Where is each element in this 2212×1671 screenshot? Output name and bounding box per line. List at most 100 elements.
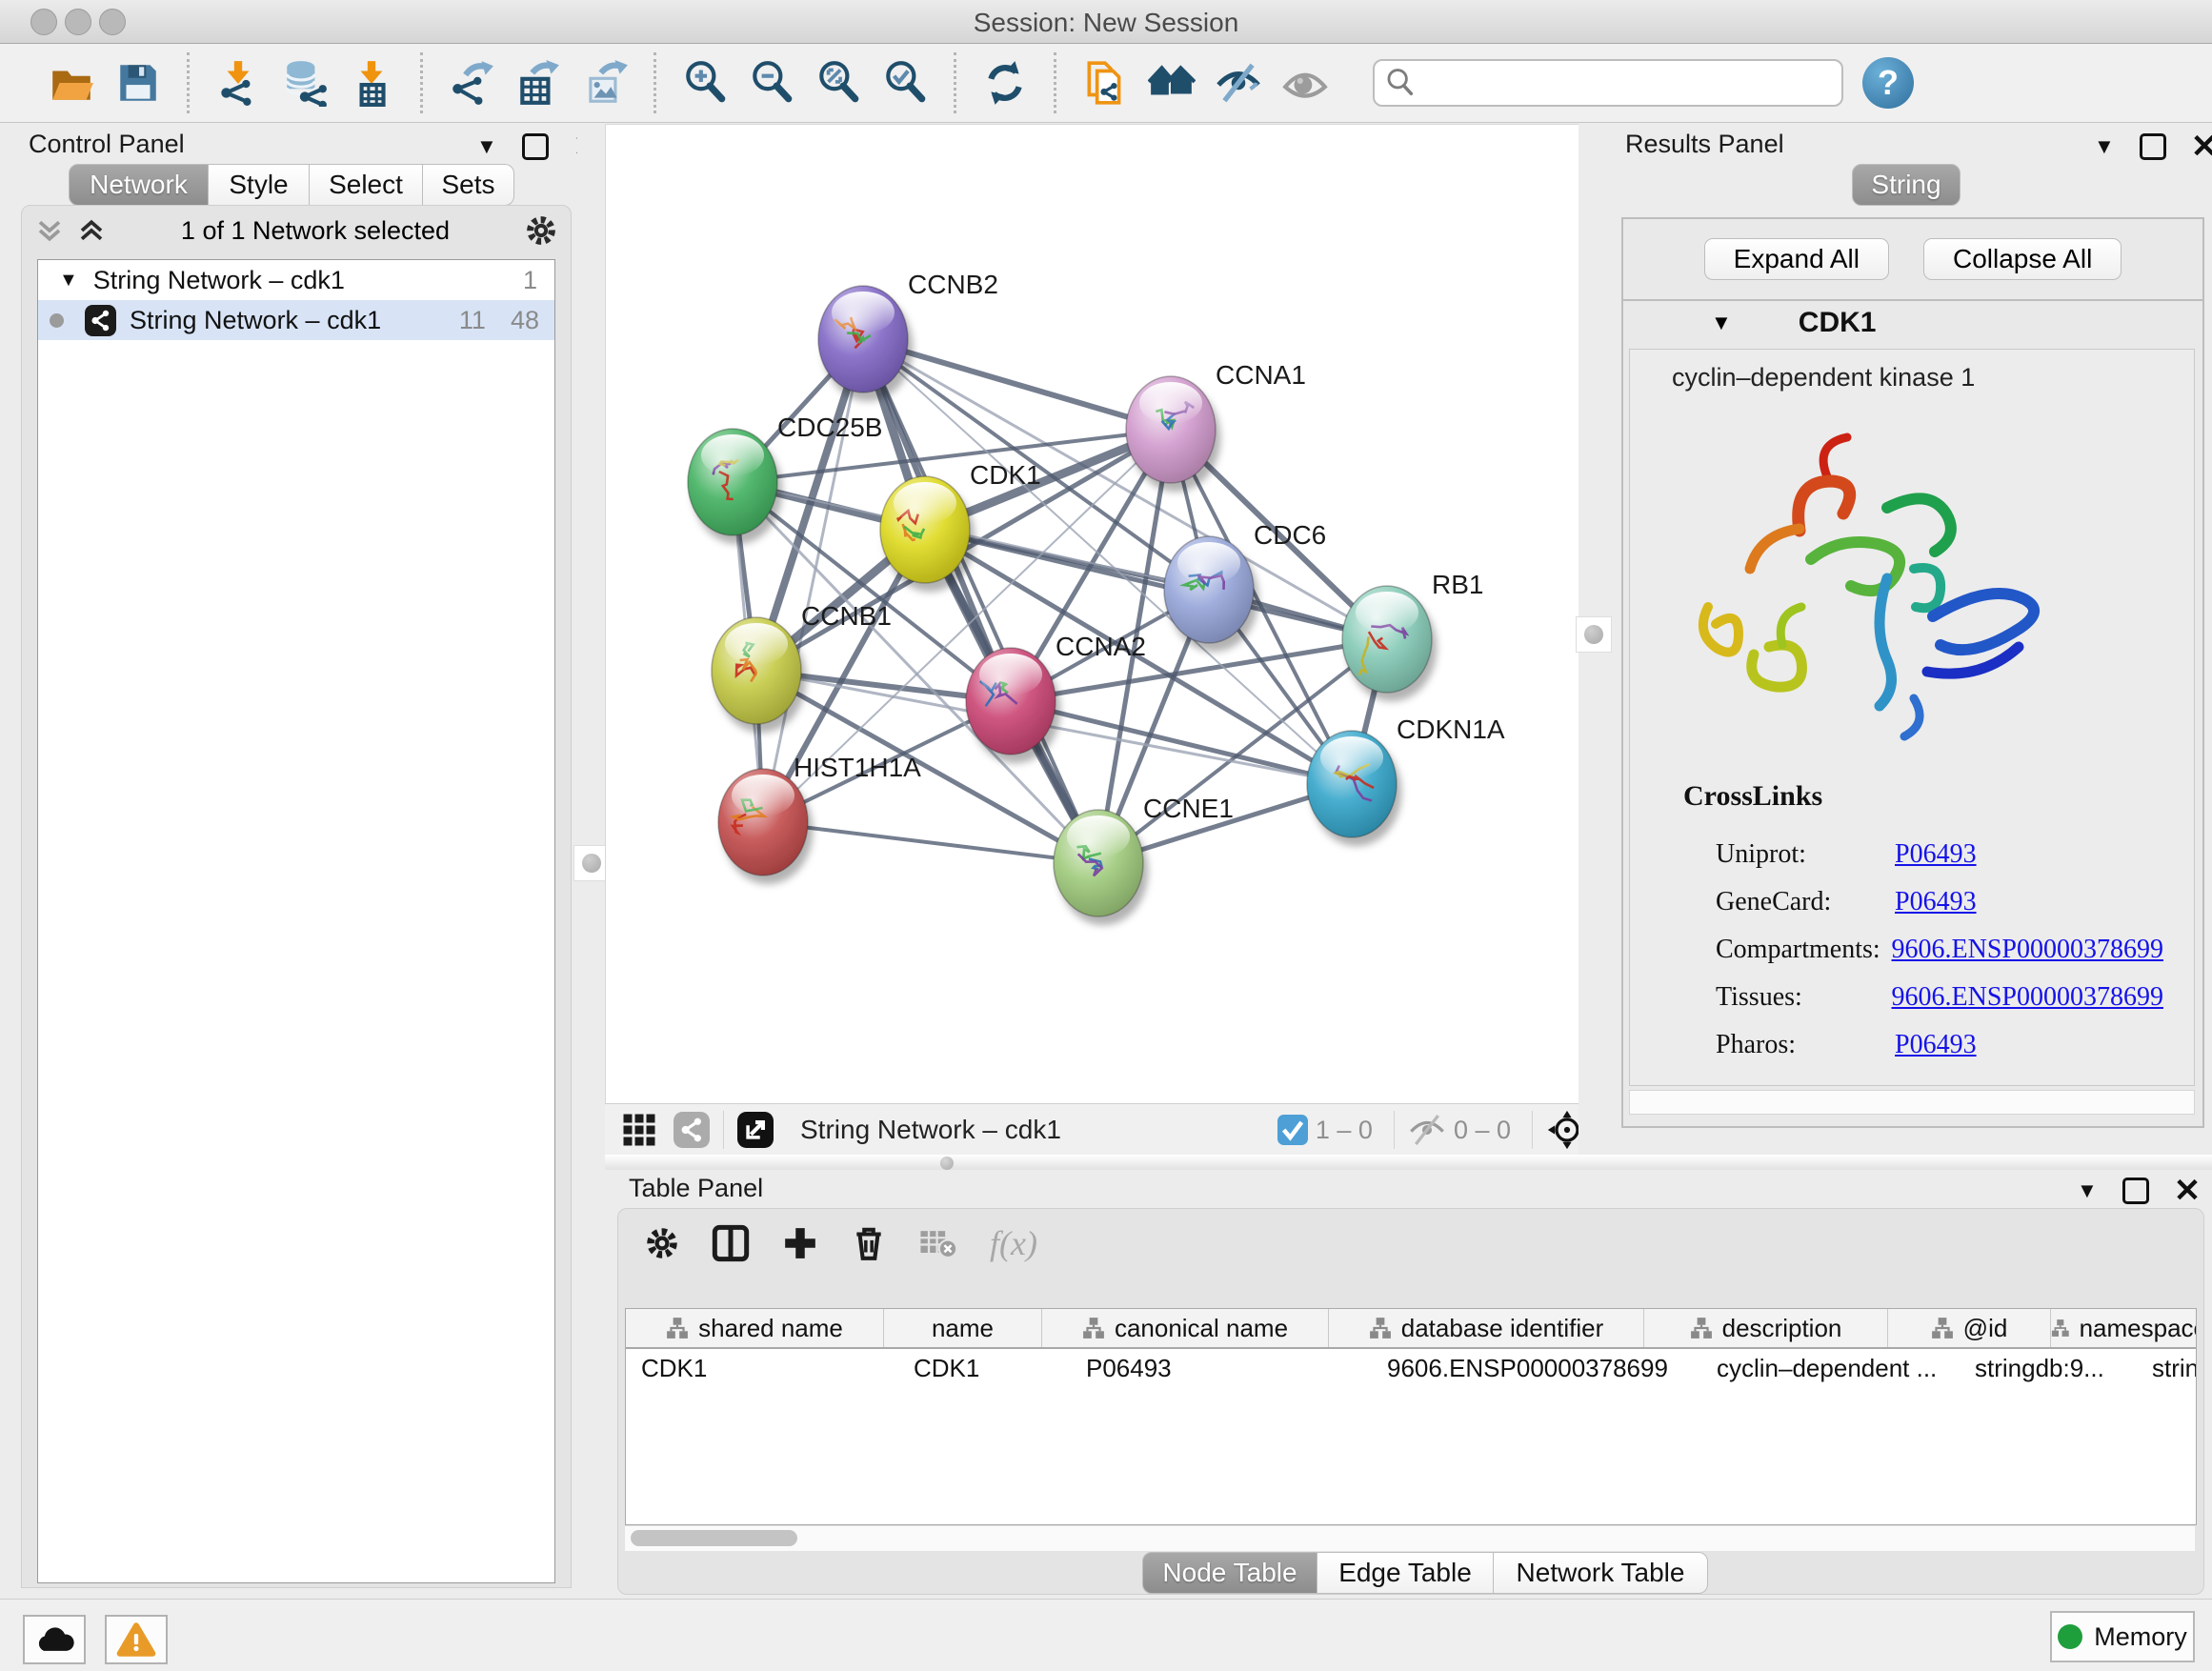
help-button[interactable]: ? xyxy=(1862,57,1914,109)
crosslink-tissues[interactable]: 9606.ENSP00000378699 xyxy=(1892,982,2163,1013)
horizontal-splitter-handle[interactable] xyxy=(940,1157,954,1170)
cell-shared-name[interactable]: CDK1 xyxy=(626,1349,898,1387)
network-node-CDC6[interactable] xyxy=(1164,536,1254,643)
right-splitter[interactable] xyxy=(1579,124,1608,1155)
crosslink-genecard[interactable]: P06493 xyxy=(1895,887,1977,917)
import-network-file-button[interactable] xyxy=(211,55,266,111)
column-header-description[interactable]: description xyxy=(1644,1309,1888,1347)
column-header-shared-name[interactable]: shared name xyxy=(626,1309,884,1347)
tab-sets[interactable]: Sets xyxy=(423,164,514,206)
import-table-button[interactable] xyxy=(344,55,399,111)
grid-view-icon[interactable] xyxy=(622,1113,656,1147)
export-table-button[interactable] xyxy=(511,55,566,111)
collapse-gene-arrow-icon[interactable]: ▼ xyxy=(1711,311,1732,335)
cloud-button[interactable] xyxy=(23,1615,86,1664)
zoom-out-button[interactable] xyxy=(744,55,799,111)
tab-node-table[interactable]: Node Table xyxy=(1142,1552,1317,1594)
zoom-selected-button[interactable] xyxy=(877,55,933,111)
cell-database-identifier[interactable]: 9606.ENSP00000378699 xyxy=(1372,1349,1701,1387)
float-panel-button[interactable]: ▼ xyxy=(2094,134,2115,159)
left-splitter[interactable] xyxy=(577,124,605,1155)
scrollbar-thumb[interactable] xyxy=(631,1530,797,1546)
tab-edge-table[interactable]: Edge Table xyxy=(1317,1552,1494,1594)
column-header--id[interactable]: @id xyxy=(1888,1309,2051,1347)
export-network-button[interactable] xyxy=(444,55,499,111)
show-panels-button[interactable] xyxy=(1277,55,1333,111)
import-network-database-button[interactable] xyxy=(277,55,332,111)
network-node-CDK1[interactable] xyxy=(880,476,970,583)
gear-icon[interactable] xyxy=(645,1226,679,1260)
zoom-fit-button[interactable] xyxy=(811,55,866,111)
tab-string[interactable]: String xyxy=(1852,164,1961,206)
crosslink-compartments[interactable]: 9606.ENSP00000378699 xyxy=(1892,935,2163,965)
share-icon[interactable] xyxy=(674,1112,710,1148)
maximize-panel-button[interactable] xyxy=(2122,1178,2149,1204)
crosslink-uniprot[interactable]: P06493 xyxy=(1895,839,1977,870)
network-node-CCNB2[interactable] xyxy=(818,286,908,393)
expand-all-button[interactable]: Expand All xyxy=(1704,238,1889,280)
table-horizontal-scrollbar[interactable] xyxy=(625,1525,2195,1551)
network-node-CDKN1A[interactable] xyxy=(1307,731,1397,837)
tab-network[interactable]: Network xyxy=(69,164,209,206)
column-header-name[interactable]: name xyxy=(884,1309,1042,1347)
cell-description[interactable]: cyclin–dependent ... xyxy=(1701,1349,1960,1387)
node-table[interactable]: shared namenamecanonical namedatabase id… xyxy=(625,1308,2197,1525)
network-node-CCNE1[interactable] xyxy=(1054,810,1143,916)
maximize-panel-button[interactable] xyxy=(522,133,549,160)
refresh-layout-button[interactable] xyxy=(977,55,1033,111)
float-panel-button[interactable]: ▼ xyxy=(476,134,497,159)
network-edge[interactable] xyxy=(763,822,1098,863)
network-node-RB1[interactable] xyxy=(1342,586,1432,693)
cell-namespace[interactable]: stringdb xyxy=(2137,1349,2197,1387)
network-node-CCNA1[interactable] xyxy=(1126,376,1216,483)
gene-header-row[interactable]: ▼ CDK1 xyxy=(1623,301,2202,345)
add-column-icon[interactable] xyxy=(782,1225,818,1261)
open-session-button[interactable] xyxy=(44,55,99,111)
zoom-in-button[interactable] xyxy=(677,55,733,111)
show-columns-icon[interactable] xyxy=(712,1224,750,1262)
checkbox-icon[interactable] xyxy=(1277,1115,1308,1145)
tab-network-table[interactable]: Network Table xyxy=(1494,1552,1708,1594)
external-link-icon[interactable] xyxy=(737,1112,774,1148)
collection-expand-arrow-icon[interactable]: ▼ xyxy=(59,270,78,292)
table-row[interactable]: CDK1CDK1P064939606.ENSP00000378699cyclin… xyxy=(626,1349,2196,1387)
network-overview-button[interactable] xyxy=(1077,55,1133,111)
float-panel-button[interactable]: ▼ xyxy=(2077,1178,2098,1203)
home-button[interactable] xyxy=(1144,55,1199,111)
crosslink-pharos[interactable]: P06493 xyxy=(1895,1030,1977,1060)
search-input[interactable] xyxy=(1426,68,1830,99)
network-collection-row[interactable]: ▼ String Network – cdk1 1 xyxy=(38,260,554,300)
cell-canonical-name[interactable]: P06493 xyxy=(1071,1349,1372,1387)
network-node-CCNA2[interactable] xyxy=(966,648,1056,755)
collapse-all-icon[interactable] xyxy=(35,216,64,245)
tab-select[interactable]: Select xyxy=(310,164,423,206)
network-edge[interactable] xyxy=(863,339,1171,430)
column-header-canonical-name[interactable]: canonical name xyxy=(1042,1309,1329,1347)
close-panel-button[interactable]: ✕ xyxy=(2191,136,2212,157)
right-splitter-handle[interactable] xyxy=(1576,616,1612,653)
hide-panels-button[interactable] xyxy=(1211,55,1266,111)
cell-name[interactable]: CDK1 xyxy=(898,1349,1071,1387)
network-edge[interactable] xyxy=(863,339,1098,863)
cell--id[interactable]: stringdb:9... xyxy=(1960,1349,2137,1387)
close-panel-button[interactable]: ✕ xyxy=(2174,1180,2202,1201)
memory-button[interactable]: Memory xyxy=(2050,1611,2195,1662)
warning-button[interactable] xyxy=(105,1615,168,1664)
gear-icon[interactable] xyxy=(525,214,557,247)
export-image-button[interactable] xyxy=(577,55,633,111)
network-row-selected[interactable]: String Network – cdk1 11 48 xyxy=(38,300,554,340)
tab-style[interactable]: Style xyxy=(209,164,310,206)
delete-column-icon[interactable] xyxy=(851,1225,887,1261)
column-header-database-identifier[interactable]: database identifier xyxy=(1329,1309,1644,1347)
network-node-CCNB1[interactable] xyxy=(712,617,801,724)
results-scrollbar[interactable] xyxy=(1629,1090,2195,1115)
column-header-namespace[interactable]: namespace xyxy=(2051,1309,2197,1347)
collapse-all-button[interactable]: Collapse All xyxy=(1923,238,2122,280)
save-session-button[interactable] xyxy=(111,55,166,111)
search-field[interactable] xyxy=(1373,59,1843,107)
network-canvas[interactable]: CCNB2CCNA1CDC25BCDK1CDC6RB1CCNB1CCNA2CDK… xyxy=(605,124,1579,1104)
network-node-CDC25B[interactable] xyxy=(688,429,777,535)
network-node-HIST1H1A[interactable] xyxy=(718,769,808,876)
maximize-panel-button[interactable] xyxy=(2140,133,2166,160)
expand-all-icon[interactable] xyxy=(77,216,106,245)
